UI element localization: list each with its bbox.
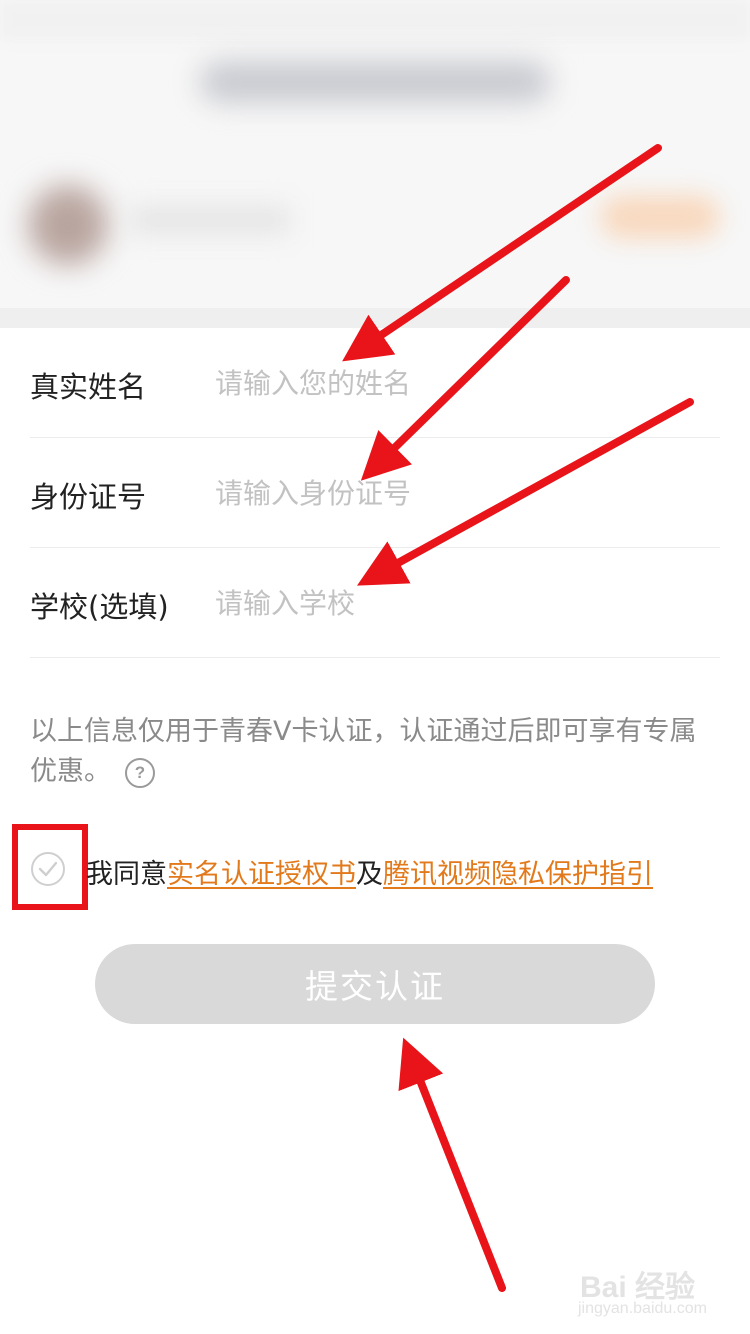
arrow-to-submit: [398, 1037, 506, 1292]
blurred-header: [0, 0, 750, 328]
check-icon: [38, 861, 58, 877]
auth-letter-link[interactable]: 实名认证授权书: [167, 859, 356, 890]
agree-prefix: 我同意: [86, 859, 167, 890]
submit-verification-button[interactable]: 提交认证: [95, 944, 655, 1024]
id-number-row: 身份证号: [30, 438, 720, 548]
agree-conjunction: 及: [356, 859, 383, 890]
baidu-jingyan-watermark: Bai 经验 jingyan.baidu.com: [560, 1262, 735, 1322]
header-divider: [0, 308, 750, 328]
id-number-label: 身份证号: [30, 480, 147, 514]
agreement-row: 我同意实名认证授权书及腾讯视频隐私保护指引: [12, 824, 732, 912]
school-input[interactable]: [215, 578, 705, 628]
agree-checkbox[interactable]: [31, 852, 65, 886]
question-icon[interactable]: ?: [125, 757, 155, 788]
blurred-avatar: [28, 185, 108, 265]
name-label: 真实姓名: [30, 370, 147, 404]
name-input[interactable]: [215, 358, 705, 408]
blurred-header-button: [600, 195, 720, 239]
agreement-text: 我同意实名认证授权书及腾讯视频隐私保护指引: [86, 852, 653, 891]
school-row: 学校(选填): [30, 548, 720, 658]
blurred-username: [130, 205, 290, 235]
id-number-input[interactable]: [215, 468, 705, 518]
blurred-title: [200, 62, 550, 102]
info-notice: 以上信息仅用于青春V卡认证，认证通过后即可享有专属优惠。?: [30, 712, 720, 792]
name-row: 真实姓名: [30, 328, 720, 438]
privacy-guide-link[interactable]: 腾讯视频隐私保护指引: [383, 859, 653, 890]
blurred-status-bar: [0, 0, 750, 40]
school-label: 学校(选填): [30, 590, 169, 624]
watermark-url: jingyan.baidu.com: [578, 1300, 707, 1317]
